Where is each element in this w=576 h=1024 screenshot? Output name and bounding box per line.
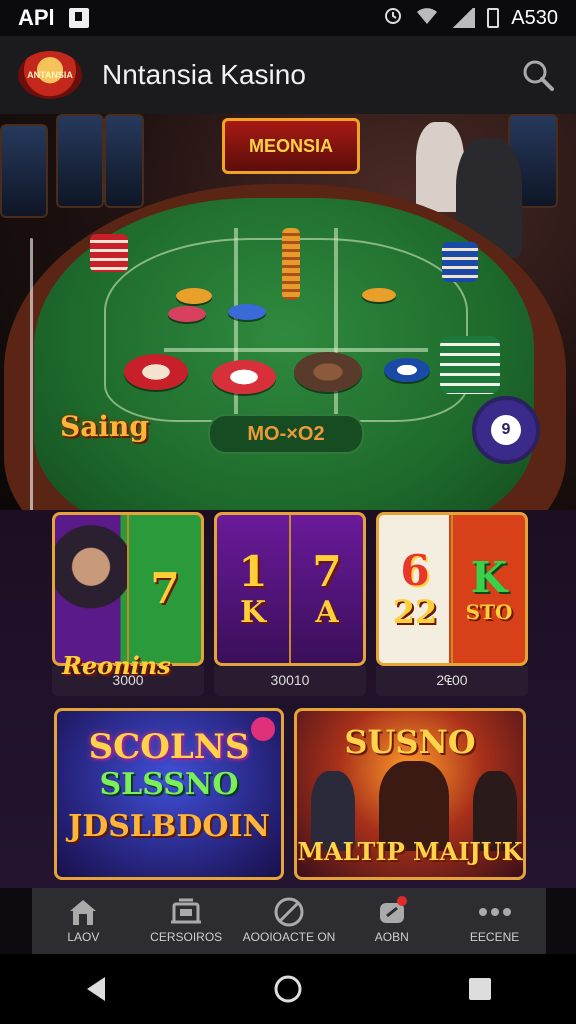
nav-item-more[interactable]: EECENE [445, 898, 545, 944]
promo-title: SUSNO [344, 723, 476, 761]
promo-title: SCOLNS [88, 727, 250, 767]
slot-symbol: 6 [400, 546, 430, 596]
slot-symbol: K [239, 594, 267, 630]
nav-item-wallet[interactable]: AOBN [342, 896, 442, 944]
nav-label: EECENE [469, 930, 520, 944]
felt-line [164, 348, 428, 352]
slot-symbol: 22 [392, 592, 438, 631]
felt-line [334, 228, 338, 442]
promo-card[interactable]: SCOLNS SLSSNO JDSLBDOIN [54, 708, 284, 880]
back-button[interactable] [66, 959, 126, 1019]
slot-game-card[interactable]: 1 K 7 A 30010 [214, 512, 366, 704]
notification-dot [396, 896, 407, 906]
wifi-icon [415, 5, 439, 31]
slot-symbol: 1 [238, 547, 268, 597]
promo-row: SCOLNS SLSSNO JDSLBDOIN SUSNO MALTIP MAI… [54, 708, 526, 880]
home-button[interactable] [258, 959, 318, 1019]
back-icon [87, 977, 105, 1001]
scrollbar[interactable] [30, 238, 33, 510]
search-button[interactable] [518, 55, 558, 95]
system-navigation-bar [0, 954, 576, 1024]
slot-frame: 7 [52, 512, 204, 666]
slot-machine-icon [169, 898, 203, 926]
chip [124, 354, 188, 390]
hero-chip-number: 9 [491, 415, 521, 445]
promo-card[interactable]: SUSNO MALTIP MAIJUK [294, 708, 526, 880]
slot-reel: K STO [453, 515, 525, 663]
slot-reel: 6 22 [379, 515, 453, 663]
casino-sign: MEONSIA [222, 118, 360, 174]
chip [176, 288, 212, 304]
chip [228, 304, 266, 320]
status-bar: APl A530 [0, 0, 576, 36]
chip-stack [90, 234, 128, 272]
slot-symbol: 7 [150, 563, 180, 613]
slot-game-card[interactable]: 7 Reonins 3000 [52, 512, 204, 704]
chip-stack [442, 242, 478, 282]
bottom-navigation: LAOV CERSOIROS AOOIOACTE ON AOBN EECENE [32, 888, 546, 954]
slot-reel [55, 515, 129, 663]
recents-icon [469, 978, 491, 1000]
slot-reel: 7 A [291, 515, 363, 663]
hero-chip-button[interactable]: 9 [472, 396, 540, 464]
slot-machine-image [0, 124, 48, 218]
status-left: APl [18, 5, 89, 31]
app-title: Nntansia Kasino [102, 59, 306, 90]
slot-reel: 7 [129, 515, 201, 663]
chip [362, 288, 396, 302]
slot-reel: 1 K [217, 515, 291, 663]
recents-button[interactable] [450, 959, 510, 1019]
nav-label: CERSOIROS [150, 930, 223, 944]
alarm-icon [383, 5, 403, 31]
home-circle-icon [274, 975, 302, 1003]
battery-icon [487, 8, 500, 28]
nav-item-home[interactable]: LAOV [33, 898, 133, 944]
slot-value: 3000 [112, 672, 144, 688]
nav-label: LAOV [67, 930, 100, 944]
wallet-icon [375, 896, 409, 926]
app-logo[interactable]: ANTANSIA [18, 51, 82, 99]
slot-symbol: K [470, 552, 508, 602]
nav-label: AOBN [374, 930, 409, 944]
search-icon [523, 60, 554, 91]
slot-value: 2₠00 [436, 672, 468, 688]
hero-banner[interactable]: MEONSIA Saing MO-×O2 9 [0, 114, 576, 510]
slot-symbol: A [315, 594, 339, 630]
slot-frame: 1 K 7 A [214, 512, 366, 666]
nav-label: AOOIOACTE ON [242, 930, 336, 944]
slots-row: 7 Reonins 3000 1 K 7 A 30010 6 22 K STO … [52, 512, 528, 704]
nav-item-games[interactable]: CERSOIROS [136, 898, 236, 944]
app-bar: ANTANSIA Nntansia Kasino [0, 36, 576, 114]
promo-subtitle: MALTIP MAIJUK [297, 837, 523, 866]
slot-value: 30010 [270, 672, 310, 688]
felt-line [234, 228, 238, 442]
roulette-icon [272, 897, 306, 927]
home-icon [66, 898, 100, 926]
status-time: A530 [511, 6, 558, 29]
signal-icon [451, 8, 476, 28]
chip [168, 306, 206, 322]
slot-frame: 6 22 K STO [376, 512, 528, 666]
status-right: A530 [383, 5, 558, 31]
promo-subtitle: SLSSNO [99, 767, 239, 802]
chip [294, 352, 362, 392]
chip-stack [440, 336, 500, 394]
more-icon [478, 898, 512, 926]
slot-machine-image [56, 114, 104, 208]
slot-machine-image [104, 114, 144, 208]
chip [212, 360, 276, 394]
game-lobby: 7 Reonins 3000 1 K 7 A 30010 6 22 K STO … [0, 510, 576, 888]
hero-label: Saing [60, 410, 149, 443]
slot-game-card[interactable]: 6 22 K STO 2₠00 [376, 512, 528, 704]
slot-symbol: STO [465, 600, 513, 625]
promo-tagline: JDSLBDOIN [68, 809, 270, 844]
chip [384, 358, 430, 382]
slot-symbol: 7 [312, 547, 342, 597]
app-logo-text: ANTANSIA [27, 70, 73, 80]
chip-stack [282, 228, 300, 300]
nav-item-activity[interactable]: AOOIOACTE ON [239, 897, 339, 944]
hero-plaque: MO-×O2 [208, 414, 364, 454]
status-carrier-text: APl [18, 5, 55, 30]
notification-icon [68, 8, 89, 28]
